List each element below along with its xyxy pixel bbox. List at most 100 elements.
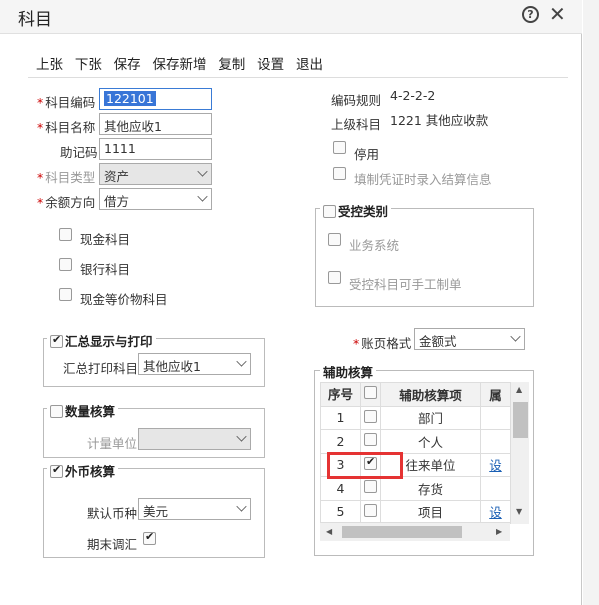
default-currency-select[interactable]: 美元 [138, 498, 251, 520]
col-item: 辅助核算项 [380, 382, 481, 407]
chevron-down-icon [236, 501, 247, 512]
ledger-format-select[interactable]: 金额式 [414, 328, 525, 350]
row-item: 部门 [380, 405, 481, 430]
settle-label: 填制凭证时录入结算信息 [354, 172, 492, 187]
row-seq: 2 [320, 429, 361, 454]
cash-label: 现金科目 [80, 232, 131, 247]
next-button[interactable]: 下张 [75, 57, 102, 73]
type-select: 资产 [99, 163, 212, 185]
biz-system-checkbox[interactable] [328, 233, 341, 246]
unit-select [138, 428, 251, 450]
mnemonic-label: 助记码 [60, 145, 98, 160]
ledger-format-label: * 账页格式 [353, 336, 412, 351]
table-row[interactable]: 1 部门 [320, 405, 511, 430]
parent-label: 上级科目 [331, 117, 382, 132]
period-adjust-label: 期末调汇 [87, 537, 138, 552]
code-rule-value: 4-2-2-2 [390, 88, 436, 103]
summary-print-label: 汇总打印科目 [63, 361, 139, 376]
table-row[interactable]: 5 项目 设 [320, 499, 511, 524]
chevron-down-icon [510, 331, 521, 342]
save-new-button[interactable]: 保存新增 [152, 57, 206, 73]
chevron-down-icon [236, 356, 247, 367]
summary-legend: 汇总显示与打印 [47, 331, 156, 350]
close-icon[interactable]: ✕ [549, 2, 566, 26]
col-attr: 属 [480, 382, 511, 407]
copy-button[interactable]: 复制 [218, 57, 245, 73]
save-button[interactable]: 保存 [114, 57, 141, 73]
row-checkbox[interactable] [364, 503, 377, 517]
scroll-down-icon[interactable]: ▼ [516, 507, 522, 516]
highlight-box [327, 452, 403, 479]
manual-voucher-checkbox[interactable] [328, 271, 341, 284]
scroll-right-icon[interactable]: ▶ [496, 527, 502, 536]
row-seq: 4 [320, 476, 361, 501]
cash-equivalent-label: 现金等价物科目 [80, 292, 168, 307]
help-icon[interactable]: ? [522, 6, 539, 23]
title-bar: 科目 ? ✕ [0, 0, 582, 34]
disable-checkbox[interactable] [333, 141, 346, 154]
quantity-checkbox[interactable] [50, 405, 63, 418]
scroll-thumb[interactable] [513, 402, 528, 438]
name-input[interactable]: 其他应收1 [99, 113, 212, 135]
cash-equivalent-checkbox[interactable] [59, 288, 72, 301]
summary-print-select[interactable]: 其他应收1 [138, 353, 251, 375]
mnemonic-input[interactable]: 1111 [99, 138, 212, 160]
table-row[interactable]: 4 存货 [320, 476, 511, 501]
aux-vertical-scrollbar[interactable]: ▲ ▼ [510, 382, 529, 524]
code-rule-label: 编码规则 [331, 93, 382, 108]
manual-voucher-label: 受控科目可手工制单 [349, 277, 462, 292]
exit-button[interactable]: 退出 [296, 57, 323, 73]
aux-legend: 辅助核算 [320, 362, 377, 381]
select-all-checkbox[interactable] [364, 386, 377, 400]
row-seq: 1 [320, 405, 361, 430]
bank-checkbox[interactable] [59, 258, 72, 271]
toolbar-divider [28, 77, 568, 78]
row-attr-link[interactable]: 设 [489, 505, 502, 520]
background-strip [583, 0, 599, 605]
row-item: 个人 [380, 429, 481, 454]
row-checkbox[interactable] [364, 409, 377, 423]
type-label: * 科目类型 [37, 170, 96, 185]
cash-checkbox[interactable] [59, 228, 72, 241]
disable-label: 停用 [354, 147, 380, 162]
unit-label: 计量单位 [87, 436, 138, 451]
controlled-legend: 受控类别 [320, 201, 392, 220]
row-item: 项目 [380, 499, 481, 524]
aux-header-row: 序号 辅助核算项 属 [320, 382, 511, 407]
summary-checkbox[interactable] [50, 333, 63, 348]
biz-system-label: 业务系统 [349, 238, 400, 253]
scroll-left-icon[interactable]: ◀ [326, 527, 332, 536]
settings-button[interactable]: 设置 [257, 57, 284, 73]
account-dialog: 科目 ? ✕ 上张 下张 保存 保存新增 复制 设置 退出 * 科目编码 1221… [0, 0, 582, 605]
period-adjust-checkbox[interactable] [143, 530, 156, 545]
balance-select[interactable]: 借方 [99, 188, 212, 210]
row-checkbox[interactable] [364, 433, 377, 447]
toolbar: 上张 下张 保存 保存新增 复制 设置 退出 [36, 53, 331, 73]
parent-value: 1221 其他应收款 [390, 113, 489, 128]
code-label: * 科目编码 [37, 95, 96, 110]
controlled-checkbox[interactable] [323, 205, 336, 218]
prev-button[interactable]: 上张 [36, 57, 63, 73]
dialog-title: 科目 [18, 10, 52, 30]
row-attr [480, 476, 511, 501]
scroll-thumb[interactable] [342, 526, 462, 538]
row-item: 存货 [380, 476, 481, 501]
quantity-legend: 数量核算 [47, 401, 119, 420]
chevron-down-icon [197, 191, 208, 202]
row-attr-link[interactable]: 设 [489, 458, 502, 473]
row-seq: 5 [320, 499, 361, 524]
currency-checkbox[interactable] [50, 463, 63, 478]
row-attr [480, 405, 511, 430]
settle-checkbox[interactable] [333, 167, 346, 180]
code-input[interactable]: 122101 [99, 88, 212, 110]
chevron-down-icon [236, 431, 247, 442]
row-checkbox[interactable] [364, 480, 377, 494]
col-seq: 序号 [320, 382, 361, 407]
currency-legend: 外币核算 [47, 461, 119, 480]
aux-horizontal-scrollbar[interactable]: ◀ ▶ [320, 522, 510, 541]
default-currency-label: 默认币种 [87, 506, 138, 521]
table-row[interactable]: 2 个人 [320, 429, 511, 454]
scroll-up-icon[interactable]: ▲ [516, 385, 522, 394]
balance-label: * 余额方向 [37, 195, 96, 210]
chevron-down-icon [197, 166, 208, 177]
